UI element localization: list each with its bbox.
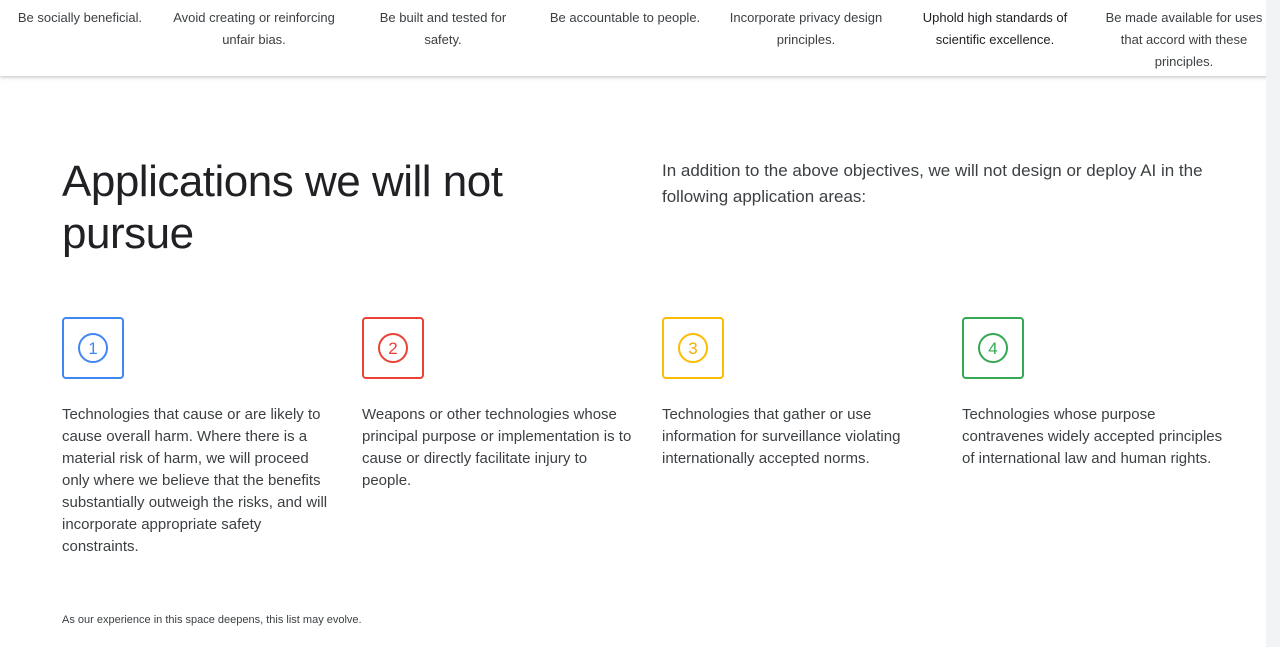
principle-nav-item[interactable]: Avoid creating or reinforcing unfair bia… (165, 7, 343, 51)
principle-nav-item-active[interactable]: Uphold high standards of scientific exce… (912, 7, 1078, 51)
number-2-icon: 2 (362, 317, 424, 379)
number-4-circle: 4 (978, 333, 1008, 363)
principle-nav-item[interactable]: Incorporate privacy design principles. (722, 7, 890, 51)
application-item-text: Technologies that gather or use informat… (662, 406, 901, 467)
principle-nav-label: Incorporate privacy design principles. (729, 10, 883, 47)
application-item-2: 2 Weapons or other technologies whose pr… (362, 317, 632, 492)
principle-nav-item[interactable]: Be built and tested for safety. (372, 7, 514, 51)
application-item-text: Technologies whose purpose contravenes w… (962, 406, 1223, 467)
principle-nav-label: Be built and tested for safety. (379, 10, 507, 47)
page-scrollbar[interactable] (1266, 0, 1280, 647)
principle-nav-item[interactable]: Be made available for uses that accord w… (1100, 7, 1268, 73)
application-item-1: 1 Technologies that cause or are likely … (62, 317, 332, 558)
section-footnote: As our experience in this space deepens,… (62, 614, 362, 626)
number-2-circle: 2 (378, 333, 408, 363)
section-intro: In addition to the above objectives, we … (662, 161, 1203, 206)
application-item-text: Technologies that cause or are likely to… (62, 406, 328, 555)
number-1-circle: 1 (78, 333, 108, 363)
section-title: Applications we will not pursue (62, 157, 503, 258)
principle-nav-label: Be made available for uses that accord w… (1105, 10, 1263, 69)
application-item-4: 4 Technologies whose purpose contravenes… (962, 317, 1232, 470)
principle-nav-label: Uphold high standards of scientific exce… (922, 10, 1068, 47)
number-3-circle: 3 (678, 333, 708, 363)
principle-nav-item[interactable]: Be socially beneficial. (10, 7, 150, 29)
principle-nav-label: Avoid creating or reinforcing unfair bia… (173, 10, 335, 47)
principle-nav-label: Be accountable to people. (549, 10, 701, 25)
number-3-icon: 3 (662, 317, 724, 379)
principle-nav-label: Be socially beneficial. (17, 10, 143, 25)
number-1-icon: 1 (62, 317, 124, 379)
principle-nav-item[interactable]: Be accountable to people. (542, 7, 708, 29)
application-item-3: 3 Technologies that gather or use inform… (662, 317, 932, 470)
principles-nav: Be socially beneficial. Avoid creating o… (0, 0, 1280, 76)
number-4-icon: 4 (962, 317, 1024, 379)
application-item-text: Weapons or other technologies whose prin… (362, 406, 632, 489)
